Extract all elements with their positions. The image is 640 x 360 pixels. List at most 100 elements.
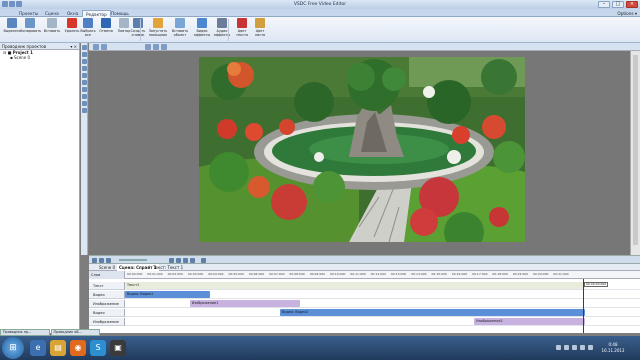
ruler-tick-label: 00:18:000 (492, 272, 508, 276)
ruler-tick-label: 00:04:000 (208, 272, 224, 276)
tab-projects[interactable]: Проекты (16, 10, 41, 17)
panel-tab-objects[interactable]: Проводник об... (50, 329, 100, 336)
track-label[interactable]: Изображение (89, 300, 125, 308)
snapshot-button[interactable]: Создать снимок (128, 18, 148, 42)
line-tool-icon[interactable] (82, 87, 87, 92)
tray-icons[interactable] (556, 345, 596, 351)
window-controls: – □ × (598, 1, 638, 8)
maximize-button[interactable]: □ (612, 1, 624, 8)
ruler-tick-label: 00:09:000 (309, 272, 326, 276)
panel-pin-icon[interactable]: ▾ × (70, 44, 77, 49)
ruler-tick-label: 00:19:000 (512, 272, 529, 276)
select-all-button[interactable]: Выбрать все (78, 18, 98, 42)
scene-node[interactable]: ▪ Scene 0 (0, 55, 79, 60)
timeline-ruler[interactable]: Слои 00:00:000 00:01:000 00:02:000 00:03:00… (89, 271, 640, 279)
zoom-out-icon[interactable] (99, 258, 104, 263)
rewind-icon[interactable] (183, 258, 188, 263)
audio-effects-button[interactable]: Аудио эффекты (212, 18, 232, 42)
firefox-icon[interactable]: ◉ (70, 340, 86, 356)
ribbon-toolbar: Вырезать Копировать Вставить Удалить Выбрать… (0, 17, 640, 43)
zoom-slider[interactable] (119, 259, 147, 261)
track-row[interactable]: Изображение1 (125, 300, 640, 308)
align-icon[interactable] (101, 44, 107, 50)
ruler-tick-label: 00:02:000 (167, 272, 183, 276)
layer-up-icon[interactable] (145, 44, 151, 50)
track-label[interactable]: Видео (89, 309, 125, 317)
stop-icon[interactable] (176, 258, 181, 263)
windows-taskbar: ⊞ e ▤ ◉ S ▣ 0:48 16.11.2013 (0, 336, 640, 360)
timeline-clip[interactable]: Видео: Видео1 (125, 291, 210, 298)
tab-scene[interactable]: Сцена (42, 10, 62, 17)
group-icon[interactable] (161, 44, 167, 50)
tab-scene-0[interactable]: Scene 0 (97, 264, 117, 271)
track-row[interactable]: Изображение2 (125, 318, 640, 326)
select-all-icon (83, 18, 93, 28)
track-label[interactable]: Изображение (89, 318, 125, 326)
tab-help[interactable]: Помощь (108, 10, 132, 17)
scrollbar-thumb[interactable] (633, 55, 638, 245)
text-tool-icon[interactable] (82, 52, 87, 57)
camera-app-icon[interactable]: ▣ (110, 340, 126, 356)
tab-editor[interactable]: Редактор (82, 10, 111, 17)
timeline-clip[interactable]: Изображение2 (474, 318, 586, 325)
video-preview-garden-photo[interactable] (199, 57, 525, 242)
shape-tool-icon[interactable] (82, 80, 87, 85)
timeline-clip[interactable]: Видео: Видео2 (280, 309, 586, 316)
fit-icon[interactable] (106, 258, 111, 263)
play-icon[interactable] (169, 258, 174, 263)
minimize-button[interactable]: – (598, 1, 610, 8)
object-tools-bar (81, 43, 88, 255)
effect-tool-icon[interactable] (82, 108, 87, 113)
canvas-scrollbar[interactable] (630, 51, 640, 255)
image-tool-icon[interactable] (82, 59, 87, 64)
skype-icon[interactable]: S (90, 340, 106, 356)
text-color-button[interactable]: Цвет текста (232, 18, 252, 42)
forward-icon[interactable] (190, 258, 195, 263)
tab-text-1[interactable]: Текст: Текст 1 (151, 264, 185, 271)
options-menu[interactable]: Options ▾ (617, 10, 637, 17)
timeline-clip[interactable]: Изображение1 (189, 300, 301, 307)
ruler-tick-label: 00:05:000 (228, 272, 244, 276)
snapshot-icon (133, 18, 143, 28)
playhead-line[interactable] (583, 279, 584, 333)
tab-windows[interactable]: Окна (64, 10, 81, 17)
split-icon[interactable] (201, 258, 206, 263)
copy-button[interactable]: Копировать (20, 18, 42, 42)
timeline-tracks: Текст Текст1 Видео Видео: Видео1 Изображение… (89, 279, 640, 333)
explorer-icon[interactable]: ▤ (50, 340, 66, 356)
sheet-color-icon (255, 18, 265, 28)
move-icon[interactable] (93, 44, 99, 50)
track-row[interactable]: Видео: Видео1 (125, 291, 640, 299)
chart-tool-icon[interactable] (82, 101, 87, 106)
delete-icon (67, 18, 77, 28)
ruler-tick-label: 00:20:000 (533, 272, 549, 276)
ie-icon[interactable]: e (30, 340, 46, 356)
video-tool-icon[interactable] (82, 66, 87, 71)
zoom-in-icon[interactable] (92, 258, 97, 263)
ruler-tick-label: 00:00:000 (127, 272, 143, 276)
wizard-button[interactable]: Запустить помощник (148, 18, 168, 42)
video-effects-button[interactable]: Видео эффекты (192, 18, 212, 42)
paste-button[interactable]: Вставить (42, 18, 62, 42)
track-label[interactable]: Текст (89, 282, 125, 290)
track-row[interactable]: Видео: Видео2 (125, 309, 640, 317)
track-label[interactable]: Видео (89, 291, 125, 299)
start-button[interactable]: ⊞ (2, 337, 24, 359)
playhead-time: 00:00:00:000 (584, 282, 609, 287)
timeline-clip[interactable]: Текст1 (125, 282, 586, 289)
scissors-button[interactable]: Вырезать (2, 18, 22, 42)
panel-tab-projects[interactable]: Проводник пр... (0, 329, 50, 336)
close-button[interactable]: × (626, 1, 638, 8)
clock[interactable]: 0:48 16.11.2013 (600, 342, 626, 354)
paste-icon (47, 18, 57, 28)
track-row[interactable]: Текст1 (125, 282, 640, 290)
sheet-color-button[interactable]: Цвет листа (250, 18, 270, 42)
video-effects-icon (197, 18, 207, 28)
audio-tool-icon[interactable] (82, 73, 87, 78)
layer-down-icon[interactable] (153, 44, 159, 50)
pointer-tool-icon[interactable] (82, 45, 87, 50)
sprite-tool-icon[interactable] (82, 94, 87, 99)
insert-object-button[interactable]: Вставить объект (170, 18, 190, 42)
undo-button[interactable]: Отмена (96, 18, 116, 42)
ribbon-button-label: Копировать (20, 29, 42, 33)
